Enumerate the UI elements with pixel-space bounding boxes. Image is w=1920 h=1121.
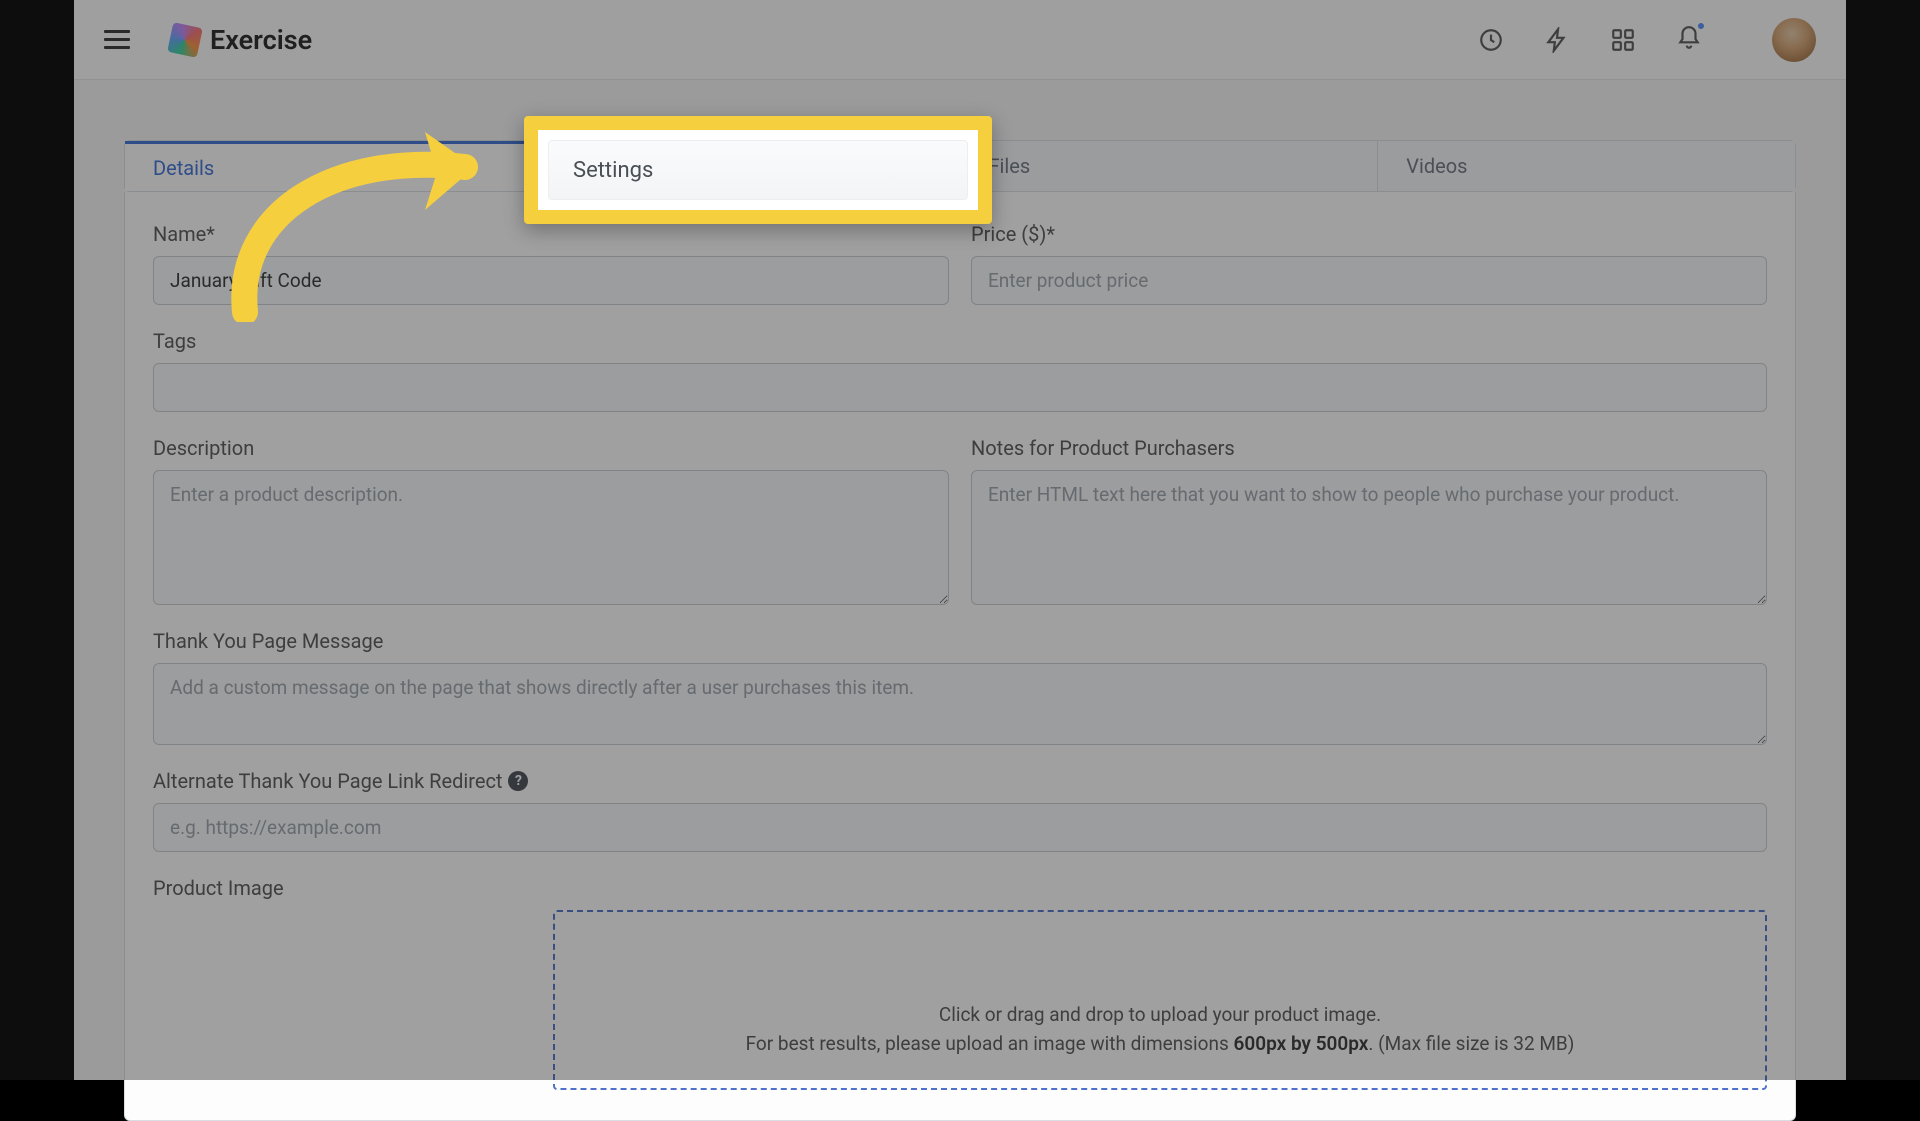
price-input[interactable] xyxy=(971,256,1767,305)
content: Details Settings Files Videos Name* Pric… xyxy=(74,80,1846,1121)
topbar-icons xyxy=(1478,18,1816,62)
lightning-icon[interactable] xyxy=(1544,27,1570,53)
clock-icon[interactable] xyxy=(1478,27,1504,53)
hamburger-menu-icon[interactable] xyxy=(104,25,130,54)
tab-videos[interactable]: Videos xyxy=(1378,141,1795,191)
topbar: Exercise xyxy=(74,0,1846,80)
name-input[interactable] xyxy=(153,256,949,305)
highlight-settings-callout: Settings xyxy=(524,116,992,224)
description-label: Description xyxy=(153,436,949,460)
notes-label: Notes for Product Purchasers xyxy=(971,436,1767,460)
thankyou-label: Thank You Page Message xyxy=(153,629,1767,653)
notes-textarea[interactable] xyxy=(971,470,1767,605)
help-icon[interactable]: ? xyxy=(508,771,528,791)
redirect-label-text: Alternate Thank You Page Link Redirect xyxy=(153,769,502,793)
avatar[interactable] xyxy=(1772,18,1816,62)
redirect-label: Alternate Thank You Page Link Redirect ? xyxy=(153,769,1767,793)
notification-dot-icon xyxy=(1696,21,1706,31)
redirect-input[interactable] xyxy=(153,803,1767,852)
price-label: Price ($)* xyxy=(971,222,1767,246)
brand-name: Exercise xyxy=(210,24,312,56)
brand-logo-icon xyxy=(167,22,203,58)
thankyou-textarea[interactable] xyxy=(153,663,1767,745)
dropzone-line2: For best results, please upload an image… xyxy=(746,1030,1575,1059)
brand[interactable]: Exercise xyxy=(170,24,312,56)
form-panel: Name* Price ($)* Tags Description xyxy=(124,192,1796,1121)
highlight-settings-label: Settings xyxy=(548,140,968,200)
dropzone-line2a: For best results, please upload an image… xyxy=(746,1032,1234,1055)
dropzone-line2c: . (Max file size is 32 MB) xyxy=(1368,1032,1574,1055)
tab-files[interactable]: Files xyxy=(961,141,1379,191)
dropzone-line1: Click or drag and drop to upload your pr… xyxy=(939,1001,1381,1030)
tags-input[interactable] xyxy=(153,363,1767,412)
product-image-label: Product Image xyxy=(153,876,1767,900)
description-textarea[interactable] xyxy=(153,470,949,605)
dropzone-line2b: 600px by 500px xyxy=(1234,1032,1369,1055)
name-label: Name* xyxy=(153,222,949,246)
tags-label: Tags xyxy=(153,329,1767,353)
tab-details[interactable]: Details xyxy=(125,141,543,191)
grid-icon[interactable] xyxy=(1610,27,1636,53)
tab-label: Videos xyxy=(1406,154,1467,178)
product-image-dropzone[interactable]: Click or drag and drop to upload your pr… xyxy=(553,910,1767,1090)
tab-label: Details xyxy=(153,156,214,180)
tab-label: Files xyxy=(989,154,1031,178)
